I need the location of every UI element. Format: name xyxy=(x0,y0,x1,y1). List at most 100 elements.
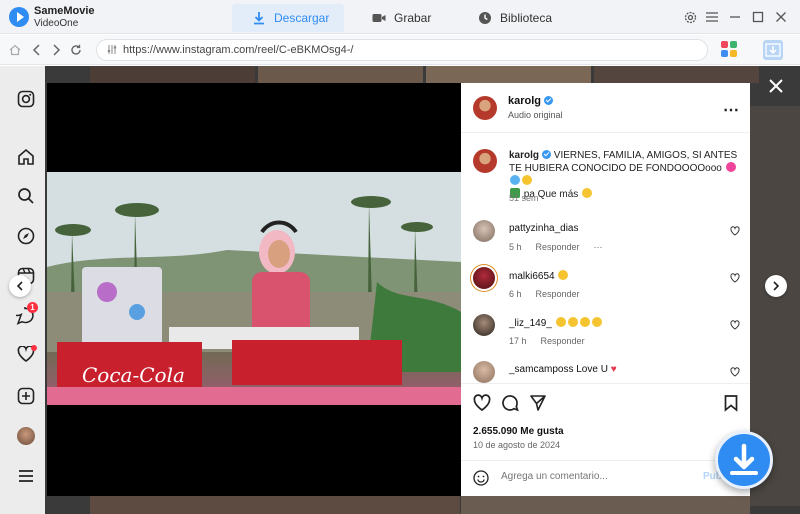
maximize-icon[interactable] xyxy=(750,9,766,25)
address-bar: https://www.instagram.com/reel/C-eBKMOsg… xyxy=(0,35,800,65)
emoji-picker-icon[interactable] xyxy=(473,470,489,486)
back-icon[interactable] xyxy=(29,42,45,58)
comment-like-heart-icon[interactable] xyxy=(730,320,740,330)
verified-badge-icon xyxy=(542,150,552,159)
like-count[interactable]: 2.655.090 Me gusta xyxy=(473,426,564,437)
save-bookmark-icon[interactable] xyxy=(722,394,740,412)
comment-like-heart-icon[interactable] xyxy=(730,226,740,236)
comment-input[interactable]: Agrega un comentario... xyxy=(501,471,608,482)
messages-icon[interactable]: 1 xyxy=(9,300,38,327)
chevron-right-icon xyxy=(773,281,780,291)
reply-button[interactable]: Responder xyxy=(541,336,585,346)
svg-text:Coca-Cola: Coca-Cola xyxy=(82,363,185,387)
comment-bubble-icon[interactable] xyxy=(501,394,519,412)
instagram-logo-icon[interactable] xyxy=(17,90,35,108)
tab-descargar-label: Descargar xyxy=(274,11,330,25)
like-heart-icon[interactable] xyxy=(473,394,491,412)
comment-username[interactable]: _liz_149_ xyxy=(509,317,603,329)
url-field[interactable]: https://www.instagram.com/reel/C-eBKMOsg… xyxy=(96,39,708,61)
apps-grid-icon[interactable] xyxy=(721,41,737,57)
comment-username[interactable]: pattyzinha_dias xyxy=(509,223,579,234)
share-send-icon[interactable] xyxy=(529,394,547,412)
reply-button[interactable]: Responder xyxy=(536,242,580,252)
menu-icon[interactable] xyxy=(704,9,720,25)
floating-download-button[interactable] xyxy=(715,431,773,489)
forward-icon[interactable] xyxy=(48,42,64,58)
author-avatar[interactable] xyxy=(473,96,497,120)
post-panel: karolg Audio original ⋯ karolg VIERNES, … xyxy=(461,83,750,496)
video-frame: Coca-Cola xyxy=(47,172,461,405)
refresh-icon[interactable] xyxy=(68,42,84,58)
next-post-button[interactable] xyxy=(765,275,787,297)
comment-item: malki6654 6 h Responder xyxy=(461,267,750,313)
download-panel-icon[interactable] xyxy=(763,40,783,60)
more-options-icon[interactable]: ⋯ xyxy=(723,100,739,120)
tab-grabar[interactable]: Grabar xyxy=(372,4,452,32)
caption-line-2: HUBIERA CONOCIDO DE FONDOOOOooo xyxy=(524,163,722,174)
heart-eyes-emoji-icon xyxy=(558,270,569,280)
commenter-avatar[interactable] xyxy=(473,220,495,242)
heart-eyes-emoji-icon xyxy=(579,317,590,327)
comment-username-text: _liz_149_ xyxy=(509,318,552,329)
bg-thumbnail xyxy=(90,496,460,514)
comment-item: _liz_149_ 17 h Responder xyxy=(461,314,750,360)
close-modal-icon[interactable] xyxy=(766,76,786,96)
url-text: https://www.instagram.com/reel/C-eBKMOsg… xyxy=(123,44,354,56)
bg-thumbnail xyxy=(426,66,591,83)
post-actions: 2.655.090 Me gusta 10 de agosto de 2024 … xyxy=(461,383,750,493)
profile-avatar[interactable] xyxy=(17,427,35,445)
explore-compass-icon[interactable] xyxy=(17,227,35,245)
close-window-icon[interactable] xyxy=(773,9,789,25)
tab-biblioteca[interactable]: Biblioteca xyxy=(478,4,568,32)
minimize-icon[interactable] xyxy=(727,9,743,25)
comment-meta: 17 h Responder xyxy=(509,336,599,346)
comment-age: 5 h xyxy=(509,242,522,252)
commenter-avatar[interactable] xyxy=(473,361,495,383)
comment-like-heart-icon[interactable] xyxy=(730,273,740,283)
verified-badge-icon xyxy=(544,96,554,105)
caption-avatar[interactable] xyxy=(473,149,497,173)
video-player[interactable]: Coca-Cola xyxy=(47,83,461,496)
comment-more-icon[interactable]: ··· xyxy=(594,242,603,252)
red-heart-emoji-icon: ♥ xyxy=(610,364,617,375)
author-username[interactable]: karolg xyxy=(508,95,554,107)
notifications-heart-icon[interactable] xyxy=(17,345,37,366)
camera-icon xyxy=(372,14,386,22)
download-icon xyxy=(254,12,264,25)
bg-thumbnail xyxy=(90,66,255,83)
video-scene-image: Coca-Cola xyxy=(47,172,461,405)
tab-descargar[interactable]: Descargar xyxy=(232,4,344,32)
search-icon[interactable] xyxy=(17,187,35,205)
download-arrow-icon xyxy=(730,443,758,475)
comment-username-text: malki6654 xyxy=(509,271,555,282)
home-icon[interactable] xyxy=(17,148,35,166)
audio-link[interactable]: Audio original xyxy=(508,110,563,120)
author-username-text: karolg xyxy=(508,95,542,107)
comment-composer: Agrega un comentario... Publ xyxy=(461,460,750,494)
settings-gear-icon[interactable] xyxy=(682,9,698,25)
sunglasses-emoji-icon xyxy=(582,188,593,198)
post-header: karolg Audio original ⋯ xyxy=(461,83,750,133)
caption-username[interactable]: karolg xyxy=(509,150,539,161)
pink-heart-emoji-icon xyxy=(725,162,736,172)
wave-emoji-icon xyxy=(510,175,520,185)
bg-thumbnail xyxy=(461,496,750,514)
caption-age: 51 sem xyxy=(509,193,539,203)
clock-icon xyxy=(479,12,491,24)
reply-button[interactable]: Responder xyxy=(536,289,580,299)
previous-post-button[interactable] xyxy=(9,275,31,297)
more-menu-icon[interactable] xyxy=(17,467,35,485)
commenter-avatar[interactable] xyxy=(473,267,495,289)
heart-eyes-emoji-icon xyxy=(591,317,602,327)
create-plus-icon[interactable] xyxy=(17,387,35,405)
comment-item: _samcamposs Love U ♥ xyxy=(461,361,750,383)
comment-like-heart-icon[interactable] xyxy=(730,367,740,377)
commenter-avatar[interactable] xyxy=(473,314,495,336)
comment-item: pattyzinha_dias 5 h Responder ··· xyxy=(461,220,750,266)
comment-username[interactable]: malki6654 xyxy=(509,270,569,282)
comment-username[interactable]: _samcamposs Love U ♥ xyxy=(509,364,617,375)
comment-meta: 6 h Responder xyxy=(509,289,594,299)
caption: karolg VIERNES, FAMILIA, AMIGOS, SI ANTE… xyxy=(509,149,739,201)
smile-emoji-icon xyxy=(522,175,532,185)
home-icon[interactable] xyxy=(7,42,23,58)
